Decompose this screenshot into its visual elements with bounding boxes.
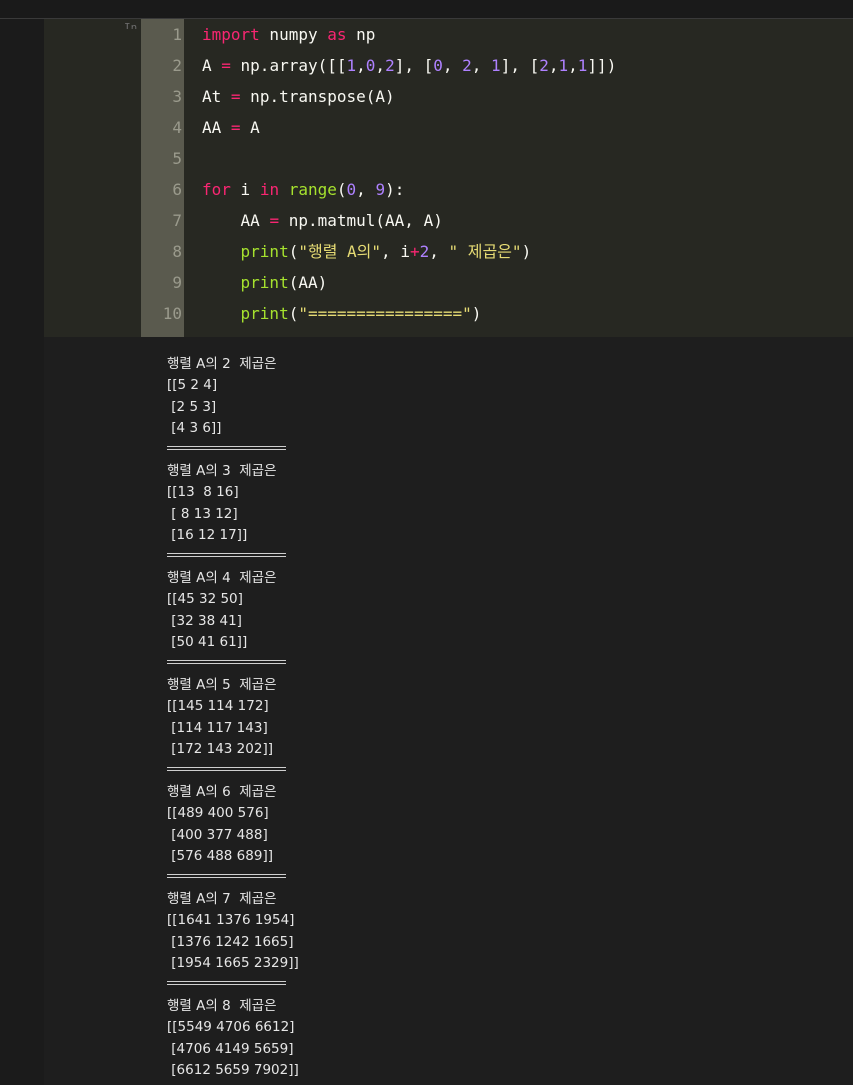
top-bar	[0, 0, 853, 19]
separator-line	[167, 980, 286, 985]
line-number: 2	[172, 56, 182, 75]
matrix-row: [4706 4149 5659]	[167, 1040, 294, 1057]
line-number: 1	[172, 25, 182, 44]
output-heading: 행렬 A의 6 제곱은	[167, 784, 277, 800]
matrix-row: [[5549 4706 6612]	[167, 1019, 295, 1036]
matrix-row: [50 41 61]]	[167, 634, 248, 651]
code-cell-input[interactable]: In [1]: 1import numpy as np2A = np.array…	[44, 19, 853, 337]
code-line[interactable]: 2 A = np.array([[1,0,2], [0, 2, 1], [2,1,…	[44, 50, 853, 81]
matrix-row: [[13 8 16]	[167, 484, 239, 501]
matrix-row: [16 12 17]]	[167, 527, 248, 544]
matrix-row: [2 5 3]	[167, 398, 217, 415]
code-text: print(AA)	[240, 273, 328, 292]
matrix-row: [4 3 6]]	[167, 420, 222, 437]
separator-line	[167, 873, 286, 878]
code-line[interactable]: 8 print("행렬 A의", i+2, " 제곱은")	[44, 236, 853, 267]
matrix-row: [172 143 202]]	[167, 741, 273, 758]
matrix-row: [400 377 488]	[167, 826, 268, 843]
matrix-row: [6612 5659 7902]]	[167, 1062, 299, 1079]
line-number: 10	[162, 304, 182, 323]
code-line[interactable]: 3 At = np.transpose(A)	[44, 81, 853, 112]
separator-line	[167, 445, 286, 450]
matrix-row: [[489 400 576]	[167, 805, 269, 822]
output-heading: 행렬 A의 4 제곱은	[167, 570, 277, 586]
output-heading: 행렬 A의 5 제곱은	[167, 677, 277, 693]
code-line[interactable]: 4 AA = A	[44, 112, 853, 143]
matrix-row: [[1641 1376 1954]	[167, 912, 295, 929]
line-number: 3	[172, 87, 182, 106]
matrix-row: [1954 1665 2329]]	[167, 955, 299, 972]
output-heading: 행렬 A의 8 제곱은	[167, 998, 277, 1014]
code-text: print("================")	[240, 304, 482, 323]
code-line[interactable]: 6 for i in range(0, 9):	[44, 174, 853, 205]
separator-line	[167, 659, 286, 664]
code-line[interactable]: 10 print("================")	[44, 298, 853, 329]
matrix-row: [[45 32 50]	[167, 591, 243, 608]
code-text: At = np.transpose(A)	[202, 87, 395, 106]
code-line[interactable]: 5	[44, 143, 853, 174]
output-heading: 행렬 A의 2 제곱은	[167, 356, 277, 372]
code-line[interactable]: 7 AA = np.matmul(AA, A)	[44, 205, 853, 236]
line-number: 4	[172, 118, 182, 137]
matrix-row: [576 488 689]]	[167, 848, 273, 865]
code-text: for i in range(0, 9):	[202, 180, 405, 199]
code-text: AA = A	[202, 118, 260, 137]
line-number: 8	[172, 242, 182, 261]
output-heading: 행렬 A의 3 제곱은	[167, 463, 277, 479]
code-line[interactable]: 9 print(AA)	[44, 267, 853, 298]
code-text: A = np.array([[1,0,2], [0, 2, 1], [2,1,1…	[202, 56, 617, 75]
code-line[interactable]: 1 import numpy as np	[44, 19, 853, 50]
line-number: 9	[172, 273, 182, 292]
line-number: 5	[172, 149, 182, 168]
separator-line	[167, 552, 286, 557]
left-margin	[0, 19, 44, 1085]
line-number: 6	[172, 180, 182, 199]
code-text: print("행렬 A의", i+2, " 제곱은")	[240, 242, 532, 261]
output-heading: 행렬 A의 7 제곱은	[167, 891, 277, 907]
matrix-row: [32 38 41]	[167, 612, 242, 629]
code-cell-output: 행렬 A의 2 제곱은 [[5 2 4] [2 5 3] [4 3 6]] 행렬 A…	[44, 337, 853, 1085]
code-text: AA = np.matmul(AA, A)	[202, 211, 443, 230]
matrix-row: [[5 2 4]	[167, 377, 218, 394]
code-text: import numpy as np	[202, 25, 376, 44]
matrix-row: [ 8 13 12]	[167, 505, 238, 522]
line-number: 7	[172, 211, 182, 230]
separator-line	[167, 766, 286, 771]
matrix-row: [1376 1242 1665]	[167, 933, 294, 950]
matrix-row: [[145 114 172]	[167, 698, 269, 715]
matrix-row: [114 117 143]	[167, 719, 268, 736]
